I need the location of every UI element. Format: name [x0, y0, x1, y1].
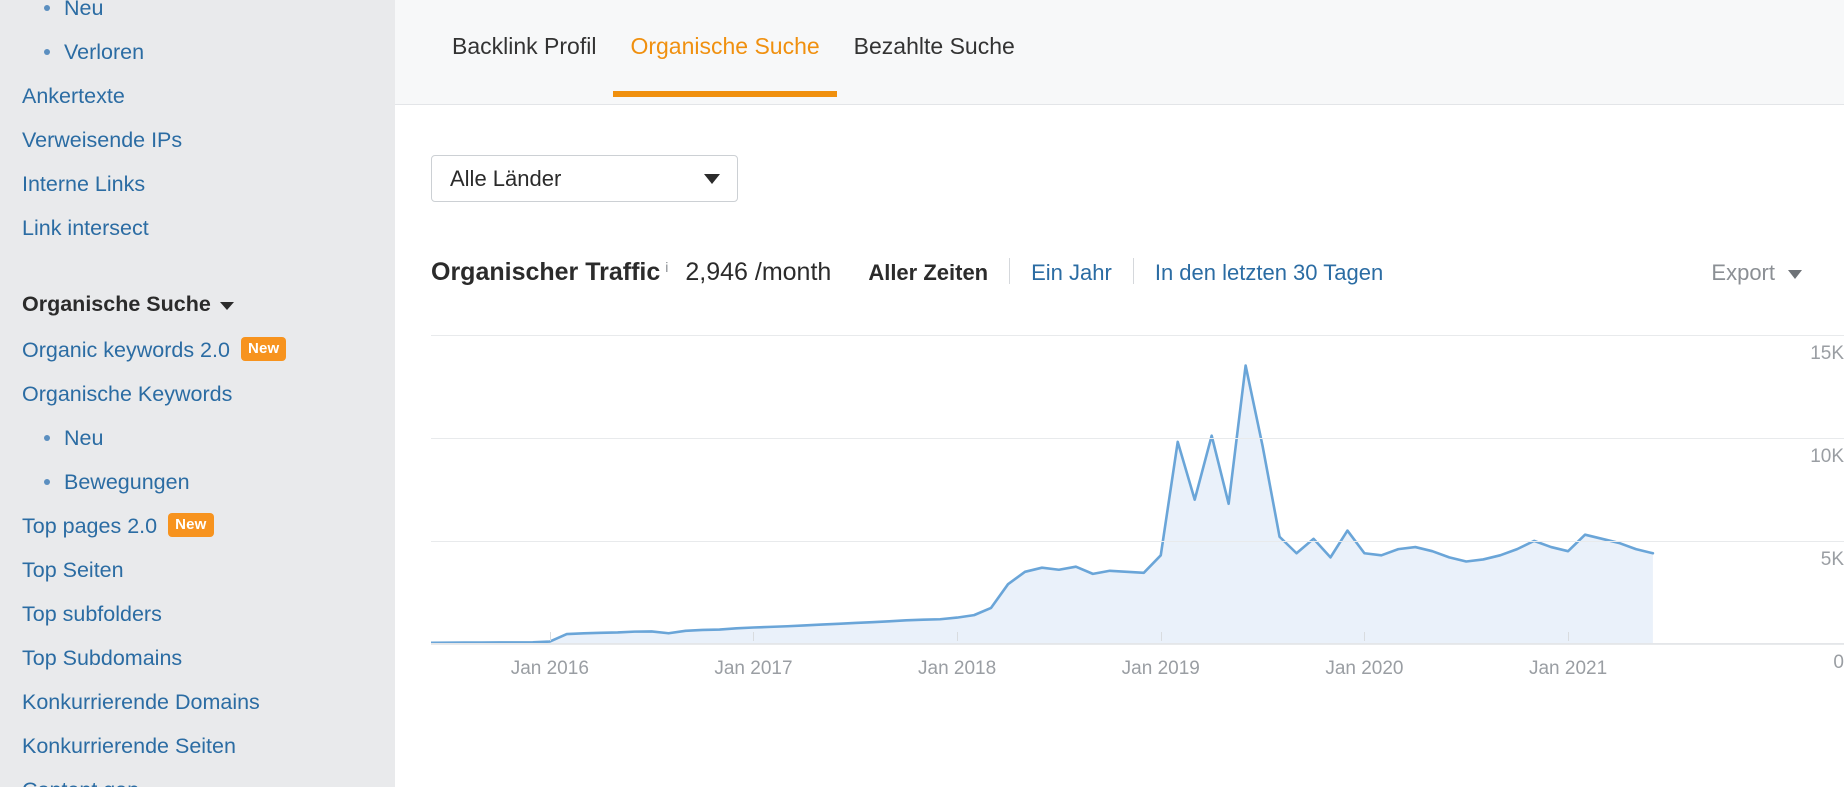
x-axis-label-1: Jan 2017: [714, 658, 793, 679]
tab-0[interactable]: Backlink Profil: [435, 0, 613, 104]
info-icon[interactable]: i: [665, 259, 668, 275]
sidebar-item-5[interactable]: Link intersect: [22, 206, 395, 250]
y-axis-label-0: 0: [1833, 652, 1844, 673]
range-divider: [1009, 258, 1011, 284]
new-badge: New: [240, 337, 287, 361]
sidebar-item-9[interactable]: Neu: [22, 416, 395, 460]
chevron-down-icon: [1788, 269, 1802, 279]
gridline-15K: [431, 334, 1844, 336]
x-axis-tick-3: [1160, 632, 1162, 641]
country-filter-label: Alle Länder: [450, 165, 562, 191]
date-range-0[interactable]: Aller Zeiten: [868, 260, 988, 286]
sidebar-item-label: Top subfolders: [22, 602, 162, 626]
y-axis-label-1: 5K: [1820, 548, 1844, 570]
sidebar-item-13[interactable]: Top subfolders: [22, 592, 395, 636]
main-content: Backlink Profil Organische Suche Bezahlte …: [395, 0, 1844, 787]
ahrefs-site-explorer-page: Neu Verloren Ankertexte Verweisende IPs Inte…: [0, 0, 1844, 787]
x-axis-tick-0: [549, 632, 551, 641]
organic-traffic-value: 2,946 /month: [685, 258, 832, 286]
chart-baseline: [431, 643, 1844, 644]
x-axis-label-0: Jan 2016: [510, 658, 589, 679]
export-button[interactable]: Export: [1711, 260, 1802, 286]
export-label: Export: [1711, 260, 1775, 285]
date-range-1[interactable]: Ein Jahr: [1031, 260, 1112, 286]
sidebar-item-label: Neu: [64, 0, 104, 20]
sidebar-item-4[interactable]: Interne Links: [22, 162, 395, 206]
content-area: Alle Länder Organischer Traffic i 2,946 …: [395, 155, 1844, 679]
date-range-switcher: Aller Zeiten Ein Jahr In den letzten 30 Ta…: [868, 254, 1383, 286]
traffic-area-series: [431, 314, 1752, 644]
x-axis-label-3: Jan 2019: [1121, 658, 1200, 679]
sidebar-item-label: Bewegungen: [64, 470, 190, 494]
chevron-down-icon: [704, 173, 720, 184]
sidebar-item-label: Organische Keywords: [22, 382, 233, 406]
sidebar-item-label: Verweisende IPs: [22, 128, 183, 152]
tab-bar: Backlink Profil Organische Suche Bezahlte …: [395, 0, 1844, 105]
x-axis-label-2: Jan 2018: [918, 658, 997, 679]
sidebar-item-15[interactable]: Konkurrierende Domains: [22, 680, 395, 724]
sidebar-item-label: Organic keywords 2.0: [22, 338, 230, 362]
metric-header-row: Organischer Traffic i 2,946 /month Aller…: [431, 254, 1844, 288]
sidebar-item-11[interactable]: Top pages 2.0 New: [22, 504, 395, 548]
sidebar-item-1[interactable]: Verloren: [22, 30, 395, 74]
chart-x-axis: Jan 2016 Jan 2017 Jan 2018 Jan 2019 Jan 2020…: [431, 632, 1752, 686]
gridline-5K: [431, 540, 1844, 542]
x-axis-tick-2: [957, 632, 959, 641]
sidebar-item-2[interactable]: Ankertexte: [22, 74, 395, 118]
sidebar-nav-list: Neu Verloren Ankertexte Verweisende IPs Inte…: [0, 0, 395, 787]
sidebar-item-label: Content gap: [22, 768, 139, 787]
sidebar-group-6[interactable]: Organische Suche: [22, 282, 395, 326]
x-axis-label-5: Jan 2021: [1528, 658, 1608, 679]
gridline-0: [431, 644, 1844, 645]
x-axis-tick-4: [1364, 632, 1366, 641]
bullet-icon: [44, 435, 50, 441]
sidebar-item-label: Link intersect: [22, 216, 149, 240]
y-axis-label-2: 10K: [1810, 445, 1844, 467]
sidebar: Neu Verloren Ankertexte Verweisende IPs Inte…: [0, 0, 395, 787]
sidebar-item-label: Ankertexte: [22, 84, 125, 108]
sidebar-item-label: Interne Links: [22, 172, 146, 196]
sidebar-item-14[interactable]: Top Subdomains: [22, 636, 395, 680]
bullet-icon: [44, 49, 50, 55]
bullet-icon: [44, 5, 50, 11]
tab-1[interactable]: Organische Suche: [613, 0, 837, 104]
sidebar-item-16[interactable]: Konkurrierende Seiten: [22, 724, 395, 768]
sidebar-item-label: Konkurrierende Seiten: [22, 734, 236, 758]
sidebar-item-label: Top pages 2.0: [22, 514, 158, 538]
date-range-2[interactable]: In den letzten 30 Tagen: [1155, 260, 1383, 286]
country-filter-dropdown[interactable]: Alle Länder: [431, 155, 738, 202]
x-axis-tick-5: [1568, 632, 1570, 641]
sidebar-item-10[interactable]: Bewegungen: [22, 460, 395, 504]
chart-plot-area: [431, 314, 1752, 644]
organic-traffic-title: Organischer Traffic: [431, 258, 661, 286]
gridline-10K: [431, 437, 1844, 439]
x-axis-tick-1: [753, 632, 755, 641]
sidebar-item-0[interactable]: Neu: [22, 0, 395, 30]
organic-traffic-chart[interactable]: 0 5K 10K 15K Jan 2016 Jan 2017 Jan 2018 Jan 20…: [431, 314, 1844, 679]
sidebar-item-label: Konkurrierende Domains: [22, 690, 260, 714]
sidebar-item-label: Top Subdomains: [22, 646, 183, 670]
sidebar-item-3[interactable]: Verweisende IPs: [22, 118, 395, 162]
tab-2[interactable]: Bezahlte Suche: [837, 0, 1032, 104]
sidebar-item-label: Verloren: [64, 40, 145, 64]
sidebar-item-8[interactable]: Organische Keywords: [22, 372, 395, 416]
sidebar-item-7[interactable]: Organic keywords 2.0 New: [22, 328, 395, 372]
sidebar-item-12[interactable]: Top Seiten: [22, 548, 395, 592]
sidebar-item-17[interactable]: Content gap: [22, 768, 395, 787]
bullet-icon: [44, 479, 50, 485]
sidebar-item-label: Top Seiten: [22, 558, 124, 582]
range-divider: [1132, 258, 1134, 284]
chevron-down-icon: [219, 302, 234, 310]
sidebar-item-label: Neu: [64, 426, 104, 450]
y-axis-label-3: 15K: [1810, 342, 1844, 364]
new-badge: New: [168, 513, 214, 537]
sidebar-group-label: Organische Suche: [22, 292, 211, 316]
x-axis-label-4: Jan 2020: [1325, 658, 1404, 679]
